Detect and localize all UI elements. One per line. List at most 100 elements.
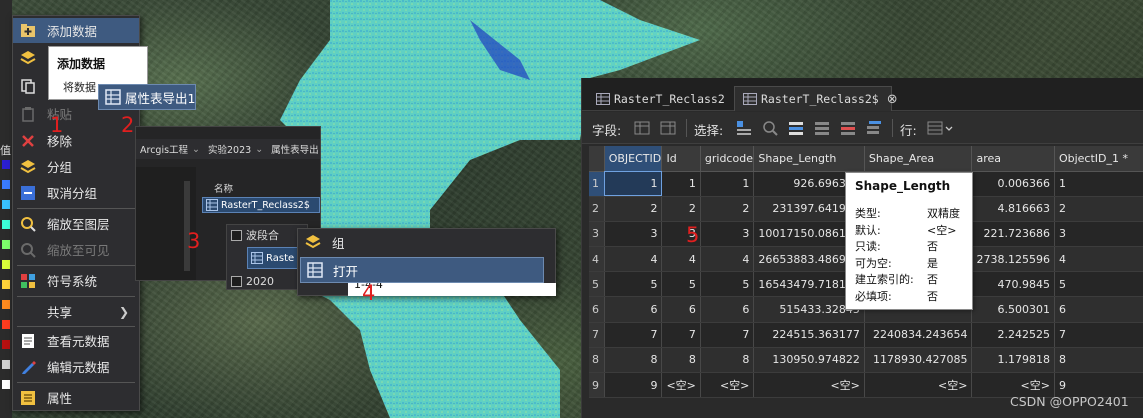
row-header[interactable]: 2	[589, 196, 605, 222]
row-header[interactable]: 3	[589, 221, 605, 248]
table-cell[interactable]: 4	[661, 246, 701, 273]
column-header[interactable]: area	[971, 146, 1055, 172]
row-header[interactable]: 6	[589, 296, 605, 323]
zoom-to-selection-icon[interactable]	[760, 118, 780, 138]
row-header[interactable]: 7	[589, 322, 605, 348]
breadcrumb-item[interactable]: 属性表导出	[271, 142, 319, 156]
table-cell[interactable]: 6	[661, 296, 701, 323]
row-header[interactable]: 4	[589, 246, 605, 273]
row-options-icon[interactable]	[926, 118, 956, 138]
row-header[interactable]: 9	[589, 372, 605, 399]
table-cell[interactable]: 2	[1054, 196, 1143, 222]
table-cell[interactable]: <空>	[700, 372, 755, 399]
table-cell[interactable]: 2	[700, 196, 755, 222]
row-header[interactable]: 1	[589, 171, 605, 197]
table-cell[interactable]: 221.723686	[971, 221, 1055, 248]
menu-item-ungroup[interactable]: 取消分组	[13, 180, 139, 205]
table-cell[interactable]: <空>	[864, 372, 973, 399]
menu-item-group[interactable]: 分组	[13, 154, 139, 179]
menu-item-group[interactable]: 组	[298, 229, 555, 255]
table-cell[interactable]: 2	[604, 196, 663, 222]
table-cell[interactable]: 8	[661, 347, 701, 374]
catalog-item-selected[interactable]: RasterT_Reclass2$	[202, 197, 320, 213]
column-header[interactable]: Shape_Length	[753, 146, 865, 172]
table-cell[interactable]: 5	[661, 271, 701, 298]
table-cell[interactable]: 4	[604, 246, 663, 273]
table-cell[interactable]: 4	[700, 246, 755, 273]
table-cell[interactable]: 470.9845	[971, 271, 1055, 298]
table-cell[interactable]: 3	[1054, 221, 1143, 248]
table-cell[interactable]: 6	[700, 296, 755, 323]
menu-item-open[interactable]: 打开	[300, 257, 544, 283]
tab-rastert-reclass2[interactable]: RasterT_Reclass2	[588, 86, 725, 111]
clear-selection-icon[interactable]	[812, 118, 832, 138]
column-header[interactable]: OBJECTID	[604, 146, 663, 172]
menu-item-symbology[interactable]: 符号系统	[13, 268, 139, 293]
menu-item-properties[interactable]: 属性	[13, 385, 139, 410]
table-cell[interactable]: 7	[700, 322, 755, 348]
export-table-item[interactable]: 属性表导出1	[98, 84, 196, 110]
table-cell[interactable]: 1	[1054, 171, 1143, 197]
menu-item-view-metadata[interactable]: 查看元数据	[13, 328, 139, 353]
table-cell[interactable]: 130950.974822	[753, 347, 865, 374]
checkbox[interactable]	[231, 275, 242, 287]
table-cell[interactable]: 4.816663	[971, 196, 1055, 222]
menu-item-add-data[interactable]: 添加数据	[13, 18, 139, 43]
menu-item-edit-metadata[interactable]: 编辑元数据	[13, 354, 139, 379]
table-cell[interactable]: 5	[1054, 271, 1143, 298]
table-cell[interactable]: 1	[604, 171, 663, 197]
table-cell[interactable]: 2.242525	[971, 322, 1055, 348]
delete-selection-icon[interactable]	[838, 118, 858, 138]
table-cell[interactable]: 5	[700, 271, 755, 298]
column-header[interactable]: gridcode	[700, 146, 755, 172]
tab-rastert-reclass2-dollar[interactable]: RasterT_Reclass2$ ⊗	[734, 86, 898, 111]
row-header[interactable]: 8	[589, 347, 605, 374]
table-cell[interactable]: 2240834.243654	[864, 322, 973, 348]
table-cell[interactable]: 8	[700, 347, 755, 374]
switch-selection-icon[interactable]	[786, 118, 806, 138]
column-header[interactable]: Shape_Area	[864, 146, 973, 172]
calculate-field-icon[interactable]	[658, 118, 678, 138]
table-cell[interactable]: 0.006366	[971, 171, 1055, 197]
table-cell[interactable]: <空>	[753, 372, 865, 399]
menu-item-zoom-to-layer[interactable]: 缩放至图层	[13, 211, 139, 236]
add-field-icon[interactable]	[632, 118, 652, 138]
column-header-name[interactable]: 名称	[214, 181, 233, 195]
table-row[interactable]: 7 7 7 7 224515.363177 2240834.243654 2.242525 7	[589, 322, 1143, 348]
row-header[interactable]: 5	[589, 271, 605, 298]
table-cell[interactable]: <空>	[661, 372, 701, 399]
table-cell[interactable]: 3	[604, 221, 663, 248]
table-cell[interactable]: 224515.363177	[753, 322, 865, 348]
table-cell[interactable]: 8	[604, 347, 663, 374]
table-row[interactable]: 8 8 8 8 130950.974822 1178930.427085 1.179818 8	[589, 347, 1143, 374]
table-cell[interactable]: 9	[604, 372, 663, 399]
scrollbar[interactable]	[184, 181, 190, 271]
table-cell[interactable]: 5	[604, 271, 663, 298]
menu-item-share[interactable]: 共享 ❯	[13, 299, 139, 324]
menu-item-zoom-to-visible[interactable]: 缩放至可见	[13, 237, 139, 262]
table-cell[interactable]: 1	[700, 171, 755, 197]
table-cell[interactable]: 1.179818	[971, 347, 1055, 374]
select-by-attributes-icon[interactable]	[734, 118, 754, 138]
table-cell[interactable]: 7	[661, 322, 701, 348]
close-icon[interactable]: ⊗	[887, 92, 898, 107]
table-cell[interactable]: 7	[1054, 322, 1143, 348]
column-header[interactable]: Id	[661, 146, 701, 172]
table-cell[interactable]: 2738.125596	[971, 246, 1055, 273]
table-cell[interactable]: 6.500301	[971, 296, 1055, 323]
table-cell[interactable]: 1178930.427085	[864, 347, 973, 374]
table-cell[interactable]: 1	[661, 171, 701, 197]
table-cell[interactable]: 8	[1054, 347, 1143, 374]
breadcrumb-item[interactable]: Arcgis工程	[140, 142, 188, 156]
table-cell[interactable]: 4	[1054, 246, 1143, 273]
table-cell[interactable]: 6	[604, 296, 663, 323]
checkbox[interactable]	[231, 229, 242, 241]
tree-row[interactable]: 波段合	[231, 226, 279, 244]
breadcrumb-item[interactable]: 实验2023	[208, 142, 251, 156]
table-cell[interactable]: 6	[1054, 296, 1143, 323]
column-header[interactable]: ObjectID_1 *	[1054, 146, 1143, 172]
table-cell[interactable]: 7	[604, 322, 663, 348]
copy-selection-icon[interactable]	[864, 118, 884, 138]
tree-row[interactable]: 2020	[231, 272, 274, 290]
table-cell[interactable]: 2	[661, 196, 701, 222]
